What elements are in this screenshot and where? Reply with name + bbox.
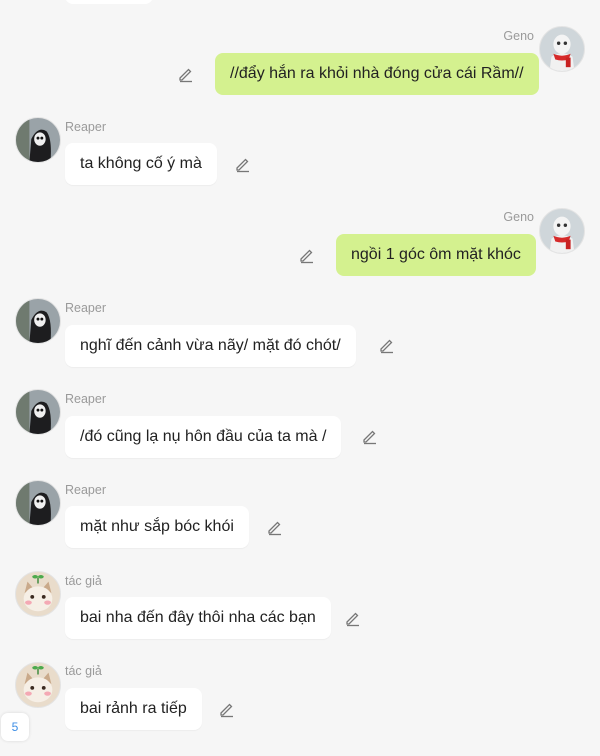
message-bubble: ngồi 1 góc ôm mặt khóc (336, 234, 536, 276)
page-number-badge[interactable]: 5 (1, 713, 29, 741)
avatar-author[interactable] (15, 662, 61, 708)
previous-bubble-fragment (65, 0, 153, 4)
avatar-geno[interactable] (539, 26, 585, 72)
speaker-name: Geno (503, 210, 534, 224)
message-bubble: bai rảnh ra tiếp (65, 688, 202, 730)
speaker-name: Reaper (65, 483, 106, 497)
message-bubble: mặt như sắp bóc khói (65, 506, 249, 548)
message-bubble: nghĩ đến cảnh vừa nãy/ mặt đó chót/ (65, 325, 356, 367)
skeleton-red-scarf-icon (540, 209, 584, 253)
pencil-edit-icon[interactable] (344, 609, 362, 627)
cat-with-sprout-icon (16, 572, 60, 616)
avatar-geno[interactable] (539, 208, 585, 254)
avatar-reaper[interactable] (15, 480, 61, 526)
message-bubble: //đẩy hắn ra khỏi nhà đóng cửa cái Rầm// (215, 53, 539, 95)
hooded-figure-icon (16, 118, 60, 162)
hooded-figure-icon (16, 481, 60, 525)
speaker-name: Reaper (65, 392, 106, 406)
message-bubble: bai nha đến đây thôi nha các bạn (65, 597, 331, 639)
avatar-reaper[interactable] (15, 298, 61, 344)
speaker-name: Reaper (65, 120, 106, 134)
pencil-edit-icon[interactable] (361, 427, 379, 445)
avatar-reaper[interactable] (15, 117, 61, 163)
message-bubble: ta không cố ý mà (65, 143, 217, 185)
pencil-edit-icon[interactable] (298, 246, 316, 264)
avatar-author[interactable] (15, 571, 61, 617)
speaker-name: tác giả (65, 664, 102, 678)
message-bubble: /đó cũng lạ nụ hôn đầu của ta mà / (65, 416, 342, 458)
skeleton-red-scarf-icon (540, 27, 584, 71)
hooded-figure-icon (16, 299, 60, 343)
pencil-edit-icon[interactable] (378, 336, 396, 354)
cat-with-sprout-icon (16, 663, 60, 707)
pencil-edit-icon[interactable] (234, 155, 252, 173)
speaker-name: tác giả (65, 574, 102, 588)
pencil-edit-icon[interactable] (266, 518, 284, 536)
speaker-name: Geno (503, 29, 534, 43)
avatar-reaper[interactable] (15, 389, 61, 435)
speaker-name: Reaper (65, 301, 106, 315)
pencil-edit-icon[interactable] (218, 700, 236, 718)
pencil-edit-icon[interactable] (177, 65, 195, 83)
hooded-figure-icon (16, 390, 60, 434)
